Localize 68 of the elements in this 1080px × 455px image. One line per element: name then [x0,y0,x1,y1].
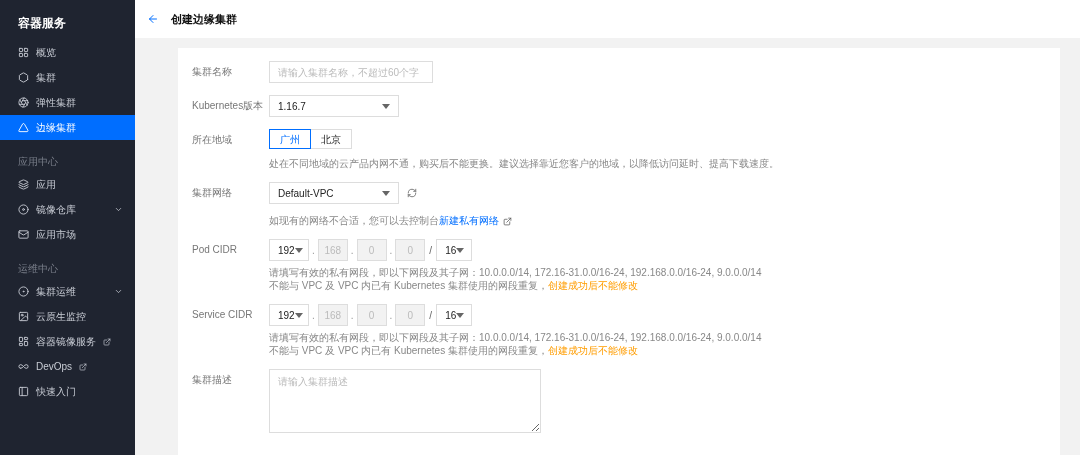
description-field[interactable]: 请输入集群描述 [269,369,541,433]
octet-select[interactable]: 192 [269,304,309,326]
hint-text: 处在不同地域的云产品内网不通，购买后不能更换。建议选择靠近您客户的地域，以降低访问延时、提高下载速度。 [269,157,779,170]
hint-text: 请填写有效的私有网段，即以下网段及其子网：10.0.0.0/14, 172.16-31.0.0/16-24, 192.168.0.0/16-24, 9.0.0.0/14 [269,266,762,279]
caret-icon [294,312,303,318]
dot-separator: . [350,243,354,258]
caret-icon [456,312,465,318]
sidebar-item[interactable]: 集群 [0,65,135,90]
octet-select[interactable]: 192 [269,239,309,261]
dot-separator: . [350,308,354,323]
hint-text: 不能与 VPC 及 VPC 内已有 Kubernetes 集群使用的网段重复，创建成功后不能修改 [269,279,639,292]
version-select[interactable]: 1.16.7 [269,95,399,117]
disc-icon [18,204,29,215]
refresh-icon[interactable] [407,188,417,198]
new-vpc-link[interactable]: 新建私有网络 [439,215,499,226]
image-icon [18,311,29,322]
sidebar-item[interactable]: DevOps [0,354,135,379]
panel-icon [18,386,29,397]
caret-icon [294,247,303,253]
sidebar-item[interactable]: 应用市场 [0,222,135,247]
dot-separator: . [312,243,315,258]
field-label: 所在地域 [192,133,233,147]
circle-icon [18,286,29,297]
mask-select[interactable]: 16 [436,304,473,326]
dashboard-icon [18,336,29,347]
caret-icon [456,247,465,253]
hint-text: 如现有的网络不合适，您可以去控制台新建私有网络 [269,214,512,227]
sidebar-item[interactable]: 概览 [0,40,135,65]
section-heading: 应用中心 [17,155,59,169]
triangle-icon [18,122,29,133]
section-heading: 运维中心 [17,262,59,276]
grid-icon [18,47,29,58]
sidebar-item[interactable]: 应用 [0,172,135,197]
external-link-icon [503,216,512,226]
caret-icon [382,190,390,196]
hexagon-icon [18,72,29,83]
caret-icon [382,103,390,109]
sidebar-item[interactable]: 集群运维 [0,279,135,304]
slash-separator: / [428,243,434,258]
field-label: Kubernetes版本 [192,99,265,113]
region-option[interactable]: 广州 [269,129,311,149]
hint-text: 请填写有效的私有网段，即以下网段及其子网：10.0.0.0/14, 172.16-31.0.0/16-24, 192.168.0.0/16-24, 9.0.0.0/14 [269,331,762,344]
sidebar-item[interactable]: 快速入门 [0,379,135,404]
sidebar-item[interactable]: 镜像仓库 [0,197,135,222]
field-label: Pod CIDR [192,243,238,257]
sidebar-item[interactable]: 容器镜像服务 [0,329,135,354]
field-label: 集群名称 [192,65,233,79]
infinity-icon [18,361,29,372]
envelope-icon [18,229,29,240]
back-icon[interactable] [147,13,159,25]
dot-separator: . [389,243,393,258]
field-label: Service CIDR [192,308,254,322]
sidebar-item[interactable]: 云原生监控 [0,304,135,329]
dot-separator: . [312,308,315,323]
slash-separator: / [428,308,434,323]
hint-text: 不能与 VPC 及 VPC 内已有 Kubernetes 集群使用的网段重复，创建成功后不能修改 [269,344,639,357]
layers-icon [18,179,29,190]
sidebar-item[interactable]: 弹性集群 [0,90,135,115]
mask-select[interactable]: 16 [436,239,473,261]
region-option[interactable]: 北京 [310,129,352,149]
aperture-icon [18,97,29,108]
field-label: 集群描述 [192,373,233,387]
dot-separator: . [389,308,393,323]
field-label: 集群网络 [192,186,233,200]
network-select[interactable]: Default-VPC [269,182,399,204]
page-title: 创建边缘集群 [171,11,237,27]
sidebar-item[interactable]: 边缘集群 [0,115,135,140]
sidebar-title: 容器服务 [17,15,67,32]
